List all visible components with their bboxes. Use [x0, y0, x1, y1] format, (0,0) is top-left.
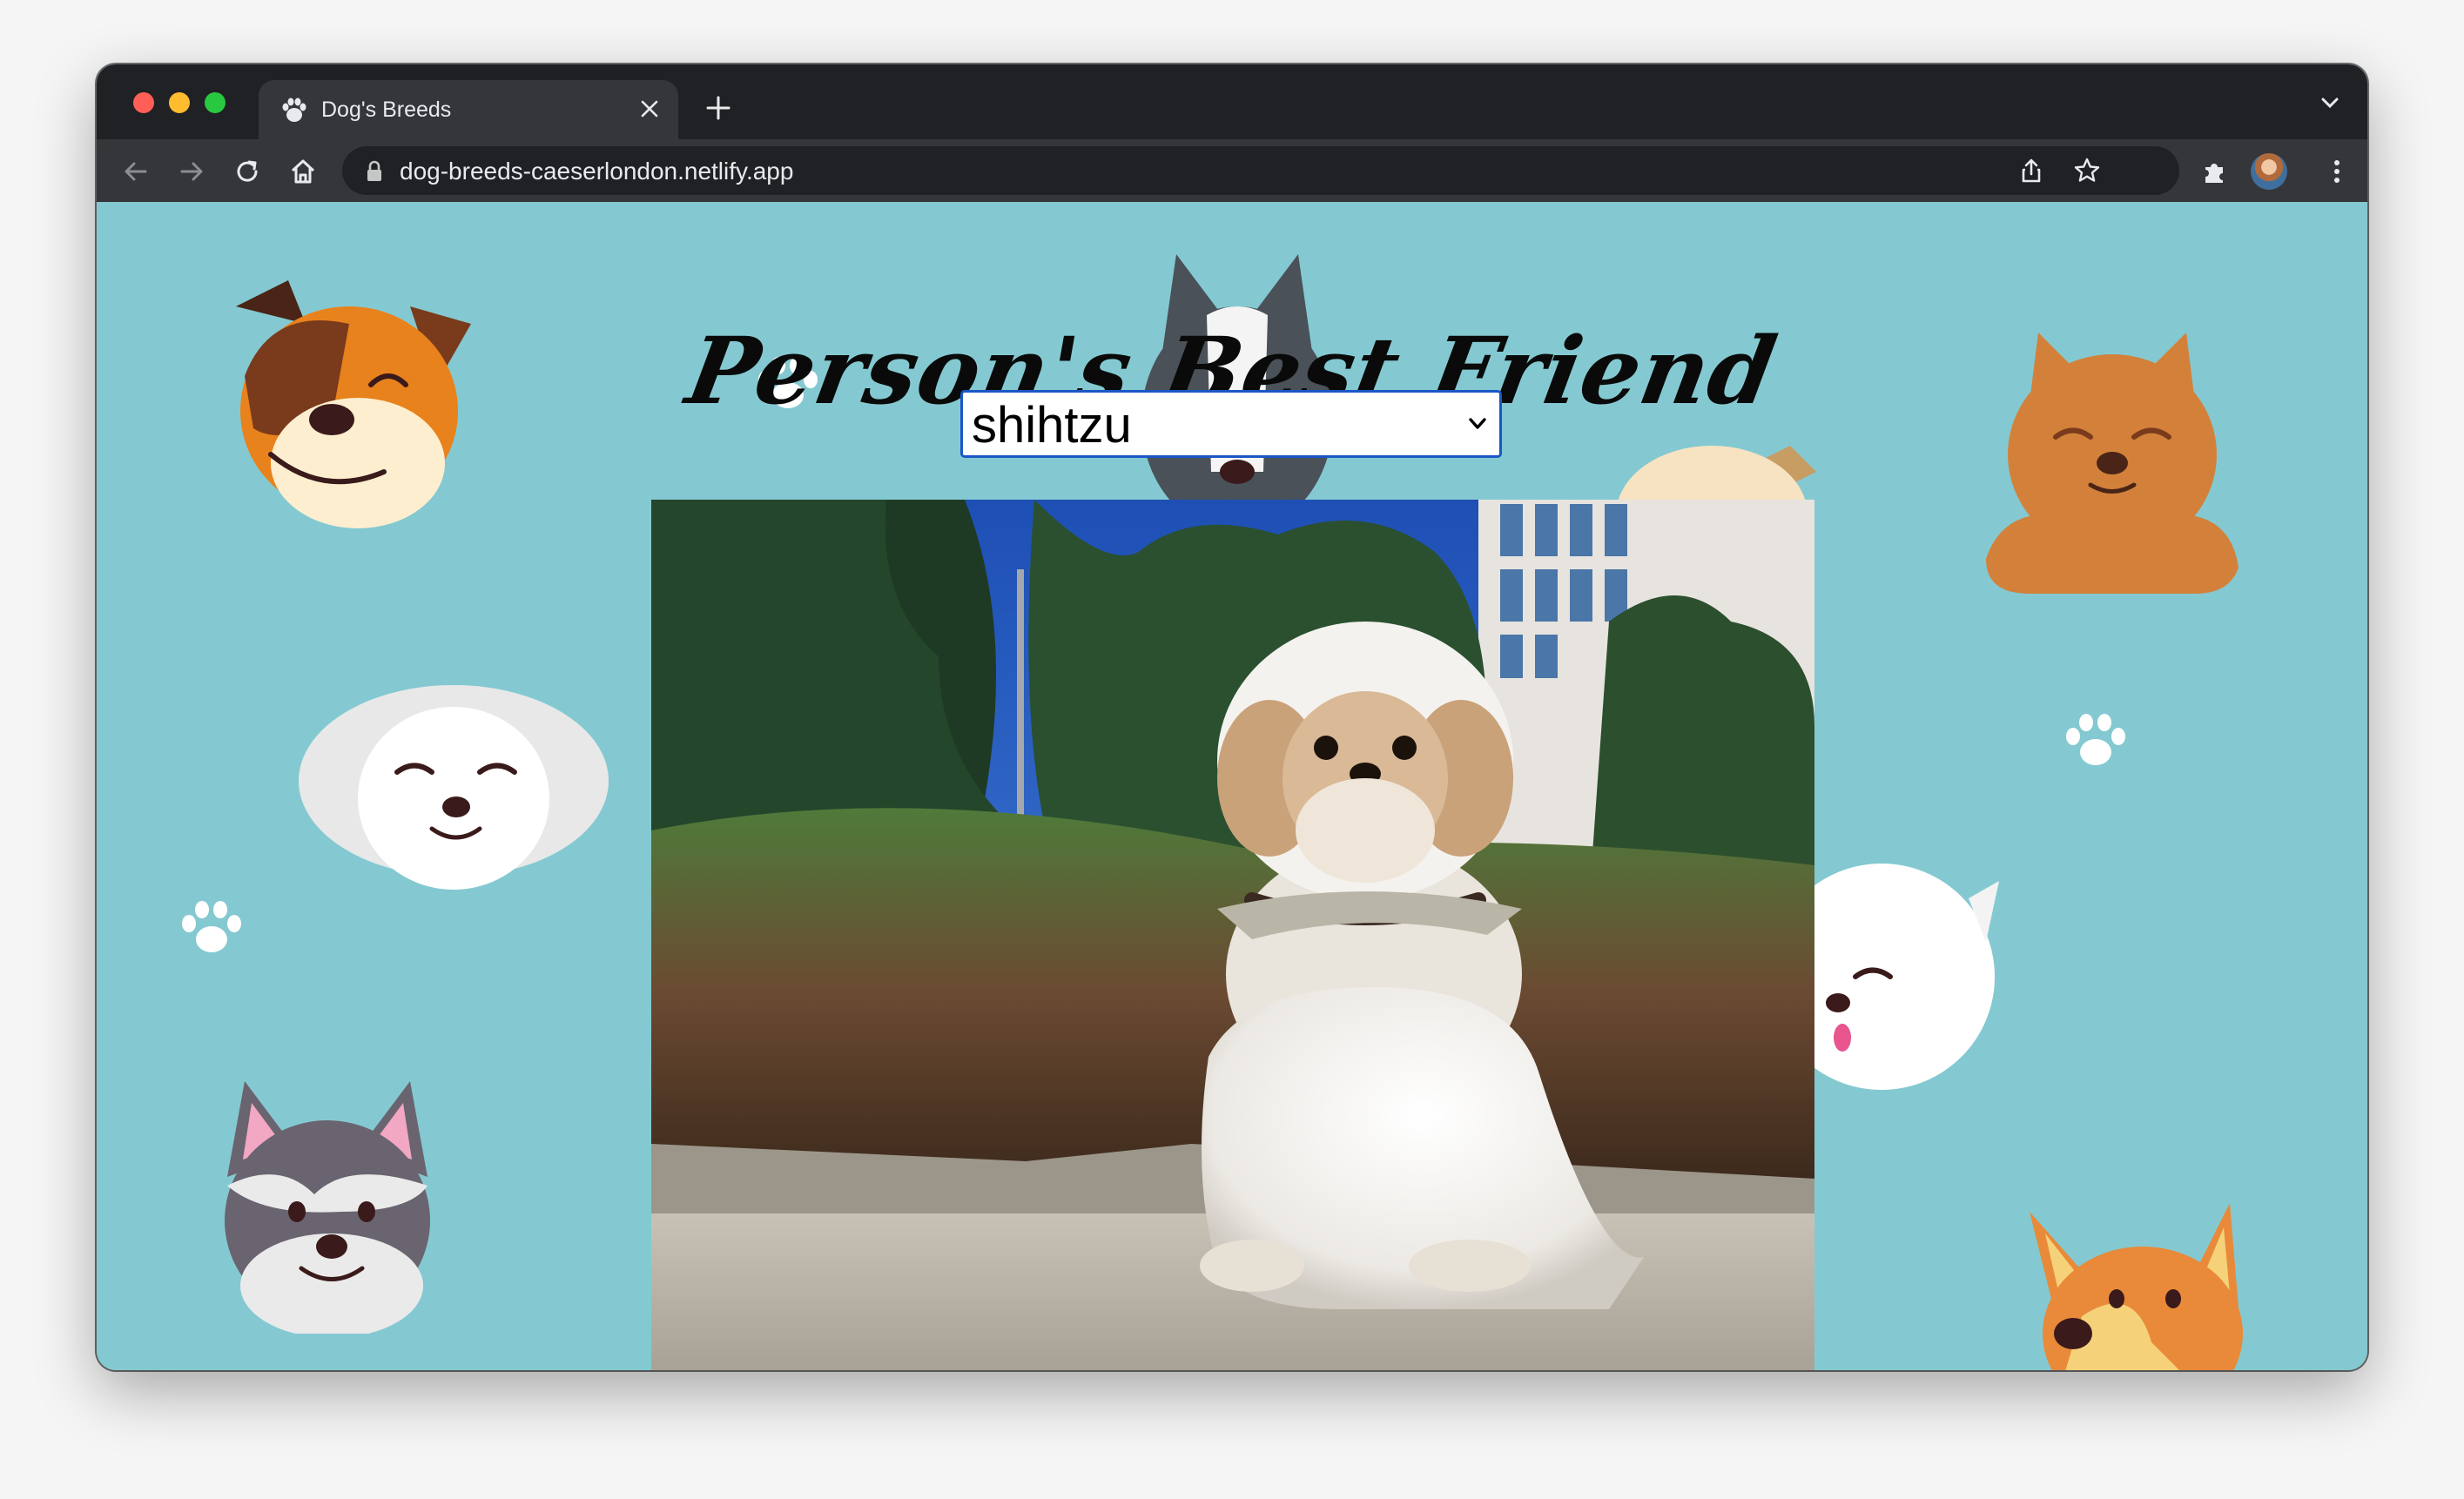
- browser-toolbar: dog-breeds-caeserlondon.netlify.app: [97, 139, 2367, 202]
- new-tab-button[interactable]: [699, 89, 737, 127]
- paw-favicon-icon: [282, 97, 306, 122]
- tab-title: Dog's Breeds: [321, 97, 452, 122]
- profile-avatar[interactable]: [2251, 153, 2287, 190]
- puzzle-extension-icon[interactable]: [2200, 157, 2230, 186]
- breed-select-value: shihtzu: [972, 397, 1132, 454]
- plus-icon: [706, 96, 730, 120]
- back-arrow-icon[interactable]: [121, 157, 151, 186]
- home-icon[interactable]: [288, 157, 318, 186]
- paw-print-decoration: [182, 901, 241, 952]
- page-content: Person's Best Friend shihtzu: [97, 202, 2367, 1370]
- schnauzer-face-decoration: [225, 1081, 430, 1334]
- star-icon[interactable]: [2073, 157, 2101, 185]
- chevron-down-icon: [1469, 418, 1486, 429]
- zoom-window-button[interactable]: [205, 92, 226, 113]
- url-text: dog-breeds-caeserlondon.netlify.app: [400, 158, 794, 185]
- close-window-button[interactable]: [133, 92, 154, 113]
- dog-breed-photo: [651, 500, 1814, 1370]
- lock-icon: [367, 160, 381, 181]
- breed-select[interactable]: shihtzu: [960, 390, 1502, 458]
- tab-close-button[interactable]: [633, 92, 666, 125]
- reload-icon[interactable]: [232, 157, 262, 186]
- white-fluffy-dog-decoration: [1803, 864, 1999, 1090]
- share-icon[interactable]: [2017, 157, 2045, 185]
- minimize-window-button[interactable]: [169, 92, 190, 113]
- paw-print-decoration: [2066, 714, 2125, 765]
- close-icon: [641, 100, 658, 118]
- chevron-down-icon[interactable]: [2319, 94, 2341, 111]
- kebab-menu-icon[interactable]: [2322, 157, 2352, 186]
- corgi-face-decoration: [2030, 1203, 2243, 1370]
- tab-strip: Dog's Breeds: [97, 64, 2367, 139]
- tab-dogs-breeds[interactable]: Dog's Breeds: [259, 80, 678, 139]
- address-bar[interactable]: dog-breeds-caeserlondon.netlify.app: [342, 146, 2179, 195]
- maltese-face-decoration: [299, 685, 609, 890]
- browser-window: Dog's Breeds dog-breeds-caeserlondon.net…: [97, 64, 2367, 1370]
- forward-arrow-icon[interactable]: [177, 157, 206, 186]
